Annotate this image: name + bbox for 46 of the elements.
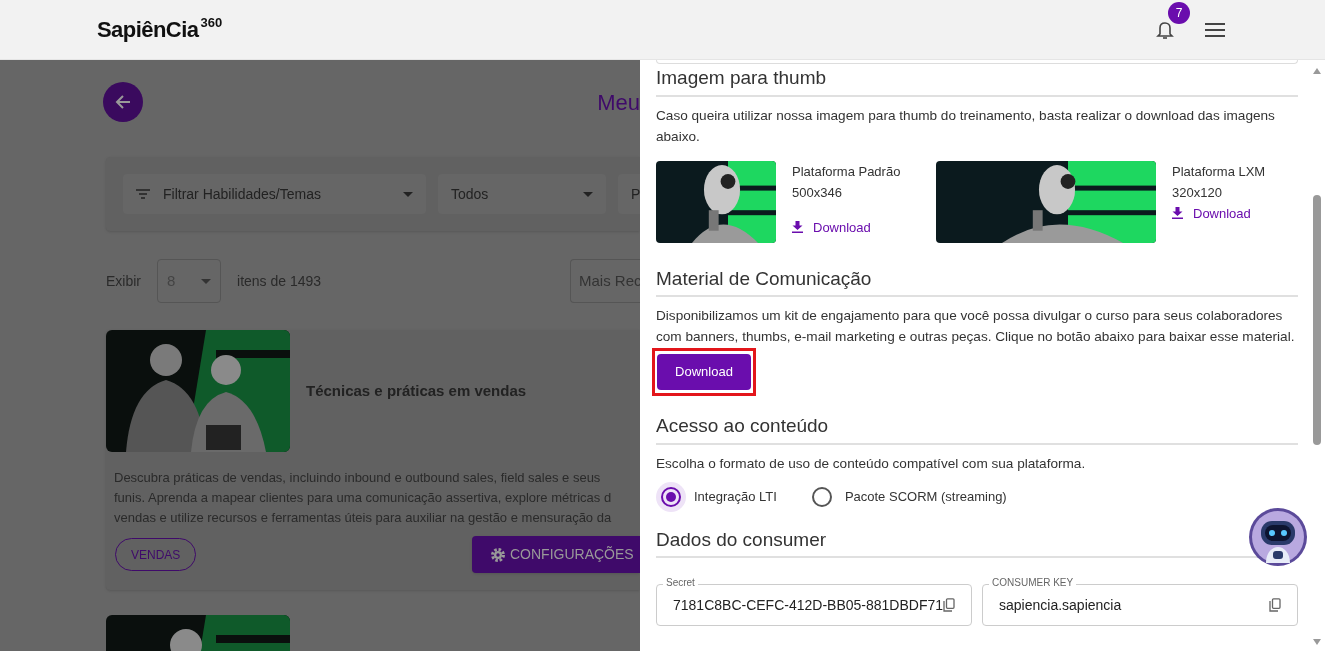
- page-title: Meu: [597, 88, 640, 117]
- logo-suffix: 360: [200, 14, 223, 32]
- copy-icon[interactable]: [943, 598, 955, 612]
- course-title: Técnicas e práticas em vendas: [306, 380, 527, 401]
- arrow-left-icon: [114, 93, 132, 111]
- section-text: Escolha o formato de uso de conteúdo compatível com sua plataforma.: [656, 454, 1087, 473]
- radio-label: Integração LTI: [694, 487, 777, 506]
- bell-icon[interactable]: [1155, 19, 1175, 42]
- gear-icon: [490, 546, 506, 563]
- menu-icon[interactable]: [1205, 22, 1225, 37]
- show-label: Exibir: [106, 271, 141, 291]
- filter-icon: [136, 189, 150, 199]
- radio-button[interactable]: [661, 486, 681, 507]
- image-size: 320x120: [1172, 183, 1223, 202]
- caret-icon: [201, 278, 211, 284]
- logo-text: SapiênCia: [97, 16, 199, 44]
- scrollbar-thumb[interactable]: [1313, 195, 1321, 445]
- download-icon: [792, 221, 803, 233]
- section-heading: Acesso ao conteúdo: [656, 415, 829, 436]
- download-link[interactable]: Download: [1172, 202, 1251, 224]
- image-name: Plataforma LXM: [1172, 162, 1266, 181]
- caret-icon: [583, 191, 593, 197]
- download-icon: [1172, 207, 1183, 219]
- filter-select[interactable]: P: [618, 174, 640, 214]
- items-count: itens de 1493: [237, 271, 322, 291]
- image-size: 500x346: [792, 183, 843, 202]
- back-button[interactable]: [103, 82, 143, 122]
- image-name: Plataforma Padrão: [792, 162, 901, 181]
- download-button[interactable]: Download: [657, 354, 751, 390]
- radio-button[interactable]: [811, 486, 832, 507]
- filter-select[interactable]: Filtrar Habilidades/Temas: [123, 174, 426, 214]
- scroll-down-icon[interactable]: [1313, 639, 1321, 645]
- notification-badge: 7: [1168, 1, 1190, 24]
- section-text: Disponibilizamos um kit de engajamento para que você possa divulgar o curso para seus colaboradores com banners, thumbs, e-mail marketing e outras peças. Clique no botão abaixo para baixar esse material.: [656, 307, 1296, 346]
- settings-button[interactable]: CONFIGURAÇÕES: [472, 536, 640, 573]
- filter-select[interactable]: Todos: [438, 174, 606, 214]
- caret-icon: [403, 191, 413, 197]
- copy-icon[interactable]: [1269, 598, 1281, 612]
- download-link[interactable]: Download: [792, 216, 871, 238]
- radio-label: Pacote SCORM (streaming): [844, 487, 1007, 506]
- section-heading: Imagem para thumb: [656, 67, 827, 88]
- scroll-up-icon[interactable]: [1313, 68, 1321, 74]
- section-heading: Dados do consumer: [656, 528, 827, 550]
- robot-avatar-icon[interactable]: [1248, 507, 1308, 567]
- section-text: Caso queira utilizar nossa imagem para thumb do treinamento, basta realizar o download das imagens abaixo.: [656, 106, 1276, 146]
- section-heading: Material de Comunicação: [656, 267, 872, 289]
